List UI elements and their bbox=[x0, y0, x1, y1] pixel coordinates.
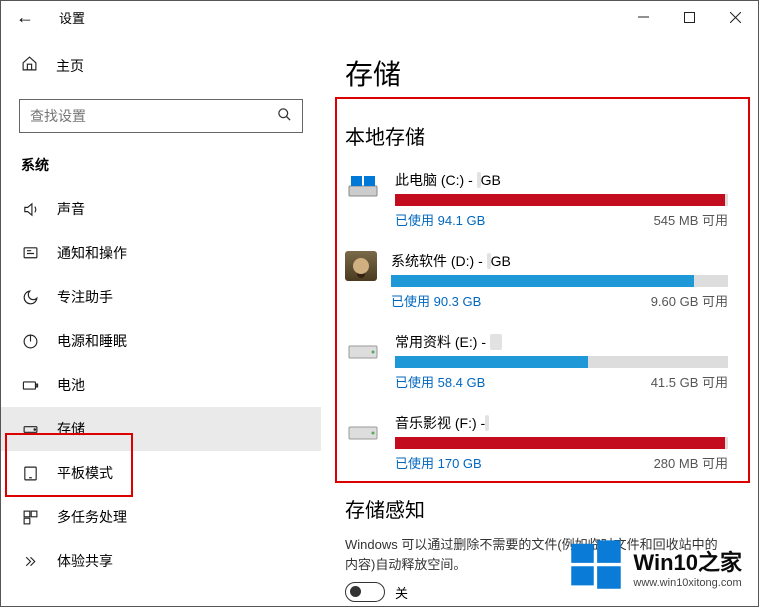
nav-item-power[interactable]: 电源和睡眠 bbox=[1, 319, 321, 363]
drive-row[interactable]: 系统软件 (D:) - GB 已使用 90.3 GB 9.60 GB 可用 bbox=[345, 251, 728, 310]
drive-free-label: 41.5 GB 可用 bbox=[651, 372, 728, 391]
nav-label: 体验共享 bbox=[57, 551, 113, 571]
drive-icon bbox=[345, 172, 381, 202]
sound-icon bbox=[21, 201, 39, 218]
drive-row[interactable]: 此电脑 (C:) - GB 已使用 94.1 GB 545 MB 可用 bbox=[345, 170, 728, 229]
nav-label: 多任务处理 bbox=[57, 507, 127, 527]
drive-free-label: 9.60 GB 可用 bbox=[651, 291, 728, 310]
drive-icon bbox=[345, 334, 381, 364]
nav-label: 电源和睡眠 bbox=[57, 331, 127, 351]
storage-sense-toggle[interactable] bbox=[345, 582, 385, 602]
nav-item-share[interactable]: 体验共享 bbox=[1, 539, 321, 583]
drive-title: 音乐影视 (F:) - bbox=[395, 413, 728, 433]
drive-title: 常用资料 (E:) - 1 bbox=[395, 332, 728, 352]
drive-used-label: 已使用 90.3 GB bbox=[391, 291, 481, 310]
search-input[interactable] bbox=[30, 108, 277, 124]
search-icon bbox=[277, 107, 292, 126]
drive-free-label: 280 MB 可用 bbox=[654, 453, 728, 472]
storage-sense-heading: 存储感知 bbox=[345, 494, 728, 523]
drive-usage-bar bbox=[395, 194, 728, 206]
nav-label: 声音 bbox=[57, 199, 85, 219]
nav-item-notifications[interactable]: 通知和操作 bbox=[1, 231, 321, 275]
drive-used-label: 已使用 58.4 GB bbox=[395, 372, 485, 391]
watermark-logo-icon bbox=[569, 537, 623, 596]
tablet-icon bbox=[21, 465, 39, 482]
drive-title: 此电脑 (C:) - GB bbox=[395, 170, 728, 190]
minimize-button[interactable] bbox=[620, 1, 666, 33]
drive-avatar-icon bbox=[345, 251, 377, 281]
battery-icon bbox=[21, 377, 39, 394]
nav-item-storage[interactable]: 存储 bbox=[1, 407, 321, 451]
nav-item-tablet[interactable]: 平板模式 bbox=[1, 451, 321, 495]
storage-icon bbox=[21, 421, 39, 438]
drive-usage-bar bbox=[391, 275, 728, 287]
drive-title: 系统软件 (D:) - GB bbox=[391, 251, 728, 271]
drive-usage-bar bbox=[395, 437, 728, 449]
notification-icon bbox=[21, 245, 39, 262]
close-button[interactable] bbox=[712, 1, 758, 33]
page-title: 存储 bbox=[345, 53, 728, 93]
drive-row[interactable]: 常用资料 (E:) - 1 已使用 58.4 GB 41.5 GB 可用 bbox=[345, 332, 728, 391]
toggle-state-label: 关 bbox=[395, 583, 408, 602]
nav-item-sound[interactable]: 声音 bbox=[1, 187, 321, 231]
home-icon bbox=[21, 55, 38, 77]
nav-label: 专注助手 bbox=[57, 287, 113, 307]
watermark: Win10之家 www.win10xitong.com bbox=[569, 537, 742, 596]
drive-usage-bar bbox=[395, 356, 728, 368]
back-button[interactable]: ← bbox=[9, 1, 41, 33]
maximize-button[interactable] bbox=[666, 1, 712, 33]
drive-free-label: 545 MB 可用 bbox=[654, 210, 728, 229]
watermark-title: Win10之家 bbox=[633, 545, 742, 577]
nav-label: 通知和操作 bbox=[57, 243, 127, 263]
search-box[interactable] bbox=[19, 99, 303, 133]
section-heading: 本地存储 bbox=[345, 121, 728, 150]
nav-label: 存储 bbox=[57, 419, 85, 439]
nav-item-multitask[interactable]: 多任务处理 bbox=[1, 495, 321, 539]
drive-row[interactable]: 音乐影视 (F:) - 已使用 170 GB 280 MB 可用 bbox=[345, 413, 728, 472]
drive-icon bbox=[345, 415, 381, 445]
home-label: 主页 bbox=[56, 56, 84, 76]
focus-icon bbox=[21, 289, 39, 306]
home-button[interactable]: 主页 bbox=[1, 47, 321, 85]
multitask-icon bbox=[21, 509, 39, 526]
nav-item-battery[interactable]: 电池 bbox=[1, 363, 321, 407]
sidebar: 主页 系统 声音 通知和操作 专注助手 电源和睡眠 电池 bbox=[1, 33, 321, 606]
watermark-url: www.win10xitong.com bbox=[633, 577, 742, 589]
share-icon bbox=[21, 553, 39, 570]
category-heading: 系统 bbox=[1, 151, 321, 187]
nav-label: 平板模式 bbox=[57, 463, 113, 483]
window-title: 设置 bbox=[59, 8, 85, 27]
drive-used-label: 已使用 94.1 GB bbox=[395, 210, 485, 229]
nav-label: 电池 bbox=[57, 375, 85, 395]
drive-used-label: 已使用 170 GB bbox=[395, 453, 482, 472]
power-icon bbox=[21, 333, 39, 350]
nav-item-focus[interactable]: 专注助手 bbox=[1, 275, 321, 319]
main-panel: 存储 本地存储 此电脑 (C:) - GB 已使用 94.1 GB 545 MB 可… bbox=[321, 33, 758, 606]
